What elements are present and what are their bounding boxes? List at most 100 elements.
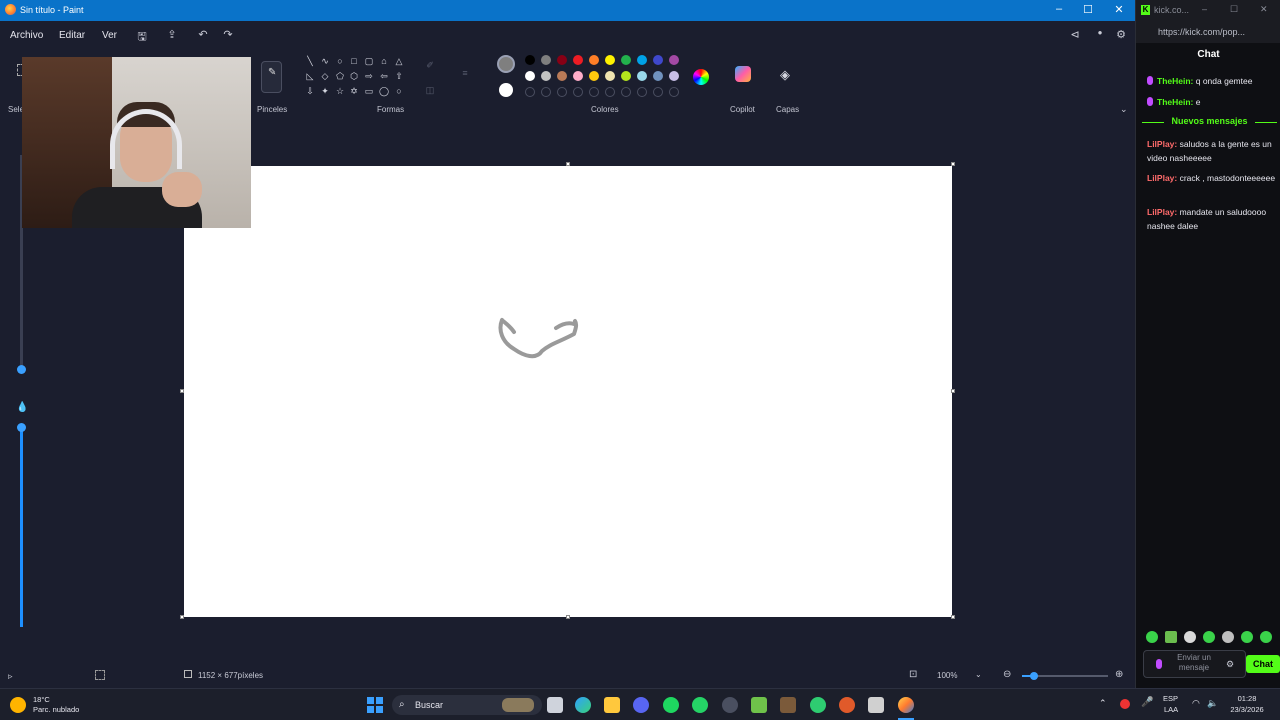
mic-icon[interactable]	[1156, 659, 1162, 669]
color-swatch[interactable]	[573, 55, 583, 65]
color-swatch[interactable]	[557, 71, 567, 81]
chat-username[interactable]: TheHein:	[1157, 76, 1193, 86]
callout-rect-shape-icon[interactable]: ▭	[363, 85, 375, 97]
four-point-star-shape-icon[interactable]: ✦	[319, 85, 331, 97]
custom-color-slot[interactable]	[653, 87, 663, 97]
line-shape-icon[interactable]: ╲	[304, 55, 316, 67]
chat-username[interactable]: LilPlay:	[1147, 207, 1177, 217]
app-tray-icon[interactable]	[1120, 699, 1130, 709]
clock-time[interactable]: 01:28	[1229, 694, 1265, 704]
redo-icon[interactable]: ↷	[221, 28, 235, 41]
rectangle-shape-icon[interactable]: □	[348, 55, 360, 67]
custom-color-slot[interactable]	[557, 87, 567, 97]
show-hidden-icons[interactable]: ⌃	[1099, 698, 1107, 708]
color-swatch[interactable]	[589, 71, 599, 81]
emote-icon[interactable]	[1184, 631, 1196, 643]
chat-minimize-button[interactable]: –	[1202, 4, 1207, 14]
resize-handle-left[interactable]	[180, 389, 184, 393]
triangle-shape-icon[interactable]: △	[393, 55, 405, 67]
menu-view[interactable]: Ver	[102, 30, 117, 41]
callout-cloud-shape-icon[interactable]: ○	[393, 85, 405, 97]
account-icon[interactable]: ●	[1093, 28, 1107, 37]
language-region[interactable]: LAA	[1164, 705, 1178, 715]
language-code[interactable]: ESP	[1163, 694, 1178, 704]
primary-color-swatch[interactable]	[497, 55, 515, 73]
custom-color-slot[interactable]	[669, 87, 679, 97]
app-icon[interactable]	[868, 697, 884, 713]
five-point-star-shape-icon[interactable]: ☆	[334, 85, 346, 97]
color-swatch[interactable]	[605, 55, 615, 65]
edge-icon[interactable]	[575, 697, 591, 713]
app-icon[interactable]	[810, 697, 826, 713]
chat-close-button[interactable]: ✕	[1260, 4, 1268, 15]
settings-icon[interactable]: ⚙	[1114, 28, 1128, 41]
up-arrow-shape-icon[interactable]: ⇧	[393, 70, 405, 82]
color-swatch[interactable]	[653, 71, 663, 81]
pentagon-shape-icon[interactable]: ⬠	[334, 70, 346, 82]
chevron-down-icon[interactable]: ⌄	[1120, 104, 1128, 115]
custom-color-slot[interactable]	[605, 87, 615, 97]
custom-color-slot[interactable]	[589, 87, 599, 97]
emote-icon[interactable]	[1146, 631, 1158, 643]
windows-start-icon[interactable]	[367, 697, 383, 713]
minimize-button[interactable]: –	[1052, 3, 1066, 15]
color-swatch[interactable]	[589, 55, 599, 65]
spotify-icon[interactable]	[663, 697, 679, 713]
resize-handle-bottom-right[interactable]	[951, 615, 955, 619]
emote-icon[interactable]	[1165, 631, 1177, 643]
color-swatch[interactable]	[669, 55, 679, 65]
chat-maximize-button[interactable]: ☐	[1230, 4, 1238, 15]
slider-thumb[interactable]	[17, 423, 26, 432]
brush-tool-button[interactable]: ✎	[261, 61, 282, 93]
menu-edit[interactable]: Editar	[59, 30, 85, 41]
color-swatch[interactable]	[637, 71, 647, 81]
right-arrow-shape-icon[interactable]: ⇨	[363, 70, 375, 82]
volume-icon[interactable]: 🔈	[1207, 698, 1218, 708]
layers-icon[interactable]: ◈	[780, 67, 790, 83]
size-icon[interactable]: ≡	[459, 67, 471, 79]
weather-icon[interactable]	[10, 697, 26, 713]
emote-icon[interactable]	[1260, 631, 1272, 643]
polygon-shape-icon[interactable]: ⌂	[378, 55, 390, 67]
callout-oval-shape-icon[interactable]: ◯	[378, 85, 390, 97]
zoom-out-icon[interactable]: ⊖	[1003, 669, 1011, 680]
fill-icon[interactable]: ◫	[424, 84, 436, 96]
zoom-slider-thumb[interactable]	[1030, 672, 1038, 680]
oval-shape-icon[interactable]: ○	[334, 55, 346, 67]
custom-color-slot[interactable]	[573, 87, 583, 97]
opacity-slider[interactable]	[17, 423, 26, 627]
emote-icon[interactable]	[1241, 631, 1253, 643]
color-swatch[interactable]	[541, 71, 551, 81]
fit-screen-icon[interactable]: ⊡	[909, 669, 917, 680]
resize-handle-top[interactable]	[566, 162, 570, 166]
app-icon[interactable]	[751, 697, 767, 713]
save-icon[interactable]: 🖫	[135, 28, 149, 47]
close-button[interactable]: ✕	[1112, 3, 1126, 16]
zoom-slider[interactable]	[1022, 672, 1108, 680]
task-view-icon[interactable]	[547, 697, 563, 713]
edit-colors-icon[interactable]	[693, 69, 709, 85]
chat-username[interactable]: LilPlay:	[1147, 139, 1177, 149]
maximize-button[interactable]: ☐	[1081, 3, 1095, 16]
custom-color-slot[interactable]	[637, 87, 647, 97]
undo-icon[interactable]: ↶	[196, 28, 210, 41]
left-arrow-shape-icon[interactable]: ⇦	[378, 70, 390, 82]
app-icon[interactable]	[722, 697, 738, 713]
taskbar-search[interactable]: ⌕ Buscar	[392, 695, 542, 715]
color-swatch[interactable]	[525, 71, 535, 81]
resize-handle-bottom[interactable]	[566, 615, 570, 619]
curve-shape-icon[interactable]: ∿	[319, 55, 331, 67]
paint-taskbar-icon[interactable]	[898, 697, 914, 713]
down-arrow-shape-icon[interactable]: ⇩	[304, 85, 316, 97]
color-swatch[interactable]	[525, 55, 535, 65]
color-swatch[interactable]	[621, 71, 631, 81]
chat-username[interactable]: LilPlay:	[1147, 173, 1177, 183]
resize-handle-bottom-left[interactable]	[180, 615, 184, 619]
six-point-star-shape-icon[interactable]: ✡	[348, 85, 360, 97]
color-swatch[interactable]	[669, 71, 679, 81]
menu-file[interactable]: Archivo	[10, 30, 43, 41]
custom-color-slot[interactable]	[525, 87, 535, 97]
minecraft-icon[interactable]	[780, 697, 796, 713]
chat-settings-icon[interactable]: ⚙	[1226, 659, 1234, 670]
drawing-canvas[interactable]	[184, 166, 952, 617]
